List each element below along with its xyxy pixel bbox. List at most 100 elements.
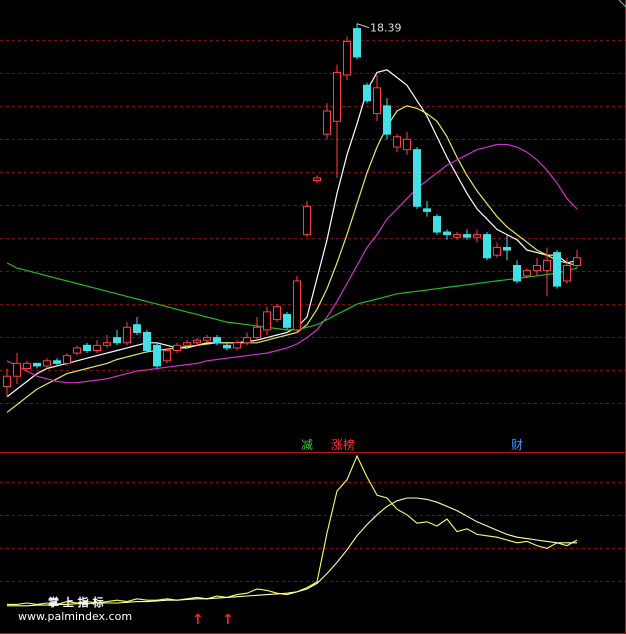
candle-body: [513, 265, 521, 282]
candle: [293, 275, 301, 333]
buy-arrow-marker: ↑: [192, 612, 204, 628]
candle-body: [563, 265, 571, 282]
watermark-title: 掌 上 指 标: [48, 595, 104, 609]
candles: [3, 23, 581, 397]
candle-body: [283, 313, 291, 328]
candle-body: [573, 257, 581, 266]
candle: [73, 345, 81, 356]
candle: [363, 82, 371, 104]
candle: [113, 329, 121, 346]
candle: [303, 201, 311, 238]
candle-body: [393, 136, 401, 148]
candle: [483, 232, 491, 261]
candle: [423, 201, 431, 217]
watermark: 掌 上 指 标 www.palmindex.com: [18, 595, 132, 623]
candle-body: [273, 306, 281, 321]
candle-body: [223, 344, 231, 349]
signal-labels: 减 涨榜 财: [301, 437, 523, 452]
candle: [343, 36, 351, 81]
candle-body: [183, 342, 191, 346]
candle-body: [263, 311, 271, 331]
candle: [313, 175, 321, 184]
candle: [143, 329, 151, 354]
candle: [493, 242, 501, 258]
candle-body: [243, 337, 251, 344]
candle-body: [523, 270, 531, 277]
candle-body: [333, 71, 341, 122]
candle: [473, 229, 481, 243]
candle-body: [323, 110, 331, 135]
candle-body: [423, 208, 431, 212]
candle: [413, 147, 421, 209]
candle: [33, 362, 41, 369]
candlestick-chart: 18.39 减涨榜财 ↑ ↑ 掌 上 指 标 www.palmindex.com: [0, 0, 626, 634]
candle-body: [463, 234, 471, 238]
candle-body: [163, 349, 171, 362]
candle: [93, 340, 101, 354]
candle: [513, 260, 521, 284]
candle: [393, 134, 401, 153]
candle-body: [143, 331, 151, 351]
max-price-pointer: [356, 23, 370, 29]
candle: [223, 342, 231, 351]
candle-body: [443, 231, 451, 236]
indicator-line-2: [7, 497, 577, 607]
candle-body: [473, 234, 481, 238]
chart-stage: 18.39 减涨榜财 ↑ ↑ 掌 上 指 标 www.palmindex.com: [0, 0, 626, 634]
candle-body: [173, 344, 181, 351]
candle-body: [303, 205, 311, 236]
candle-body: [313, 177, 321, 182]
candle-body: [193, 339, 201, 344]
moving-average-lines: [6, 69, 578, 413]
signal-label: 涨榜: [331, 437, 355, 452]
candle-body: [133, 324, 141, 333]
candle: [3, 368, 11, 397]
candle-body: [453, 234, 461, 238]
candle-body: [73, 347, 81, 354]
candle: [403, 131, 411, 155]
indicator-line-1: [7, 454, 578, 605]
indicator-markers: ↑ ↑: [192, 612, 234, 628]
candle-body: [43, 360, 51, 367]
candle: [283, 311, 291, 330]
candle: [213, 335, 221, 346]
candle-body: [533, 265, 541, 272]
candle: [453, 232, 461, 240]
candle: [273, 304, 281, 323]
buy-arrow-marker: ↑: [222, 612, 234, 628]
candle-body: [363, 84, 371, 102]
candle: [203, 335, 211, 343]
candle-body: [213, 337, 221, 344]
candle-body: [433, 216, 441, 233]
candle-body: [3, 375, 11, 388]
candle: [133, 317, 141, 336]
candle-body: [93, 344, 101, 351]
candle-body: [493, 246, 501, 256]
ma-line-1: [6, 69, 578, 398]
candle: [433, 214, 441, 235]
candle: [173, 342, 181, 354]
candle-body: [343, 40, 351, 76]
candle: [13, 353, 21, 384]
ma-line-3: [6, 143, 578, 384]
candle-body: [293, 280, 301, 331]
candle-body: [233, 342, 241, 349]
candle-body: [113, 337, 121, 344]
candle-body: [413, 149, 421, 207]
candle: [43, 358, 51, 369]
candle-body: [253, 326, 261, 339]
candle-body: [53, 360, 61, 364]
candle: [383, 98, 391, 140]
candle: [153, 342, 161, 369]
candle-body: [13, 362, 21, 377]
candle: [333, 64, 341, 178]
indicator-lines: [7, 454, 578, 607]
candle-body: [203, 337, 211, 341]
candle: [233, 340, 241, 351]
candle: [553, 250, 561, 289]
max-price-label: 18.39: [370, 22, 402, 35]
candle: [533, 257, 541, 276]
signal-label: 减: [301, 438, 313, 452]
candle: [573, 250, 581, 269]
candle: [103, 335, 111, 348]
